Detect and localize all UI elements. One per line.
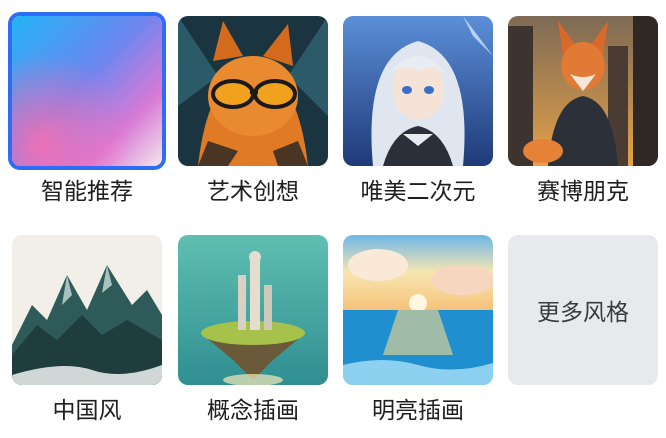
cat-sunglasses-thumbnail — [178, 16, 328, 166]
style-tile-art[interactable] — [178, 16, 328, 166]
anime-girl-thumbnail — [343, 16, 493, 166]
style-label-concept: 概念插画 — [207, 398, 299, 424]
style-tile-bright[interactable] — [343, 235, 493, 385]
sunset-sea-thumbnail — [343, 235, 493, 385]
style-tile-chinese[interactable] — [12, 235, 162, 385]
style-label-chinese: 中国风 — [52, 398, 122, 424]
style-label-cyber: 赛博朋克 — [537, 179, 629, 205]
style-tile-cyber[interactable] — [508, 16, 658, 166]
floating-island-thumbnail — [178, 235, 328, 385]
style-label-anime: 唯美二次元 — [360, 179, 476, 205]
cyber-fox-thumbnail — [508, 16, 658, 166]
style-tile-concept[interactable] — [178, 235, 328, 385]
smart-gradient-thumbnail — [12, 16, 162, 166]
style-label-smart: 智能推荐 — [41, 179, 133, 205]
style-label-bright: 明亮插画 — [372, 398, 464, 424]
ink-mountain-thumbnail — [12, 235, 162, 385]
more-styles-button[interactable]: 更多风格 — [508, 235, 658, 385]
style-tile-anime[interactable] — [343, 16, 493, 166]
style-label-art: 艺术创想 — [207, 179, 299, 205]
more-styles-label: 更多风格 — [537, 300, 629, 326]
style-tile-smart[interactable] — [8, 12, 166, 170]
